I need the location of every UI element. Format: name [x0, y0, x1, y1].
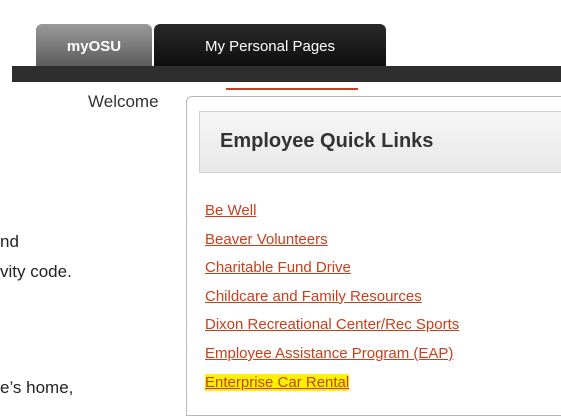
link-be-well[interactable]: Be Well [205, 197, 459, 226]
link-childcare-and-family-resources[interactable]: Childcare and Family Resources [205, 283, 459, 312]
active-indicator [226, 88, 358, 90]
link-dixon-recreational-center[interactable]: Dixon Recreational Center/Rec Sports [205, 311, 459, 340]
link-employee-assistance-program[interactable]: Employee Assistance Program (EAP) [205, 340, 459, 369]
tab-strip: myOSU My Personal Pages [0, 0, 561, 82]
link-enterprise-car-rental-label: Enterprise Car Rental [205, 373, 350, 391]
tab-my-personal-pages[interactable]: My Personal Pages [154, 24, 386, 68]
employee-quick-links-panel: Employee Quick Links Be Well Beaver Volu… [186, 96, 561, 416]
background-text-1: nd [0, 232, 19, 251]
panel-title: Employee Quick Links [220, 130, 434, 152]
link-beaver-volunteers[interactable]: Beaver Volunteers [205, 226, 459, 255]
panel-header: Employee Quick Links [199, 111, 561, 173]
tab-myosu-label: myOSU [66, 37, 122, 55]
link-charitable-fund-drive[interactable]: Charitable Fund Drive [205, 254, 459, 283]
link-enterprise-car-rental[interactable]: Enterprise Car Rental [205, 369, 459, 398]
tab-bar [12, 66, 561, 82]
background-text-3: e’s home, [0, 378, 74, 397]
tab-myosu[interactable]: myOSU [36, 24, 152, 68]
tab-my-personal-pages-label: My Personal Pages [204, 37, 336, 55]
quick-links-list: Be Well Beaver Volunteers Charitable Fun… [205, 197, 459, 397]
welcome-text: Welcome [88, 92, 159, 111]
background-text-2: vity code. [0, 262, 72, 281]
